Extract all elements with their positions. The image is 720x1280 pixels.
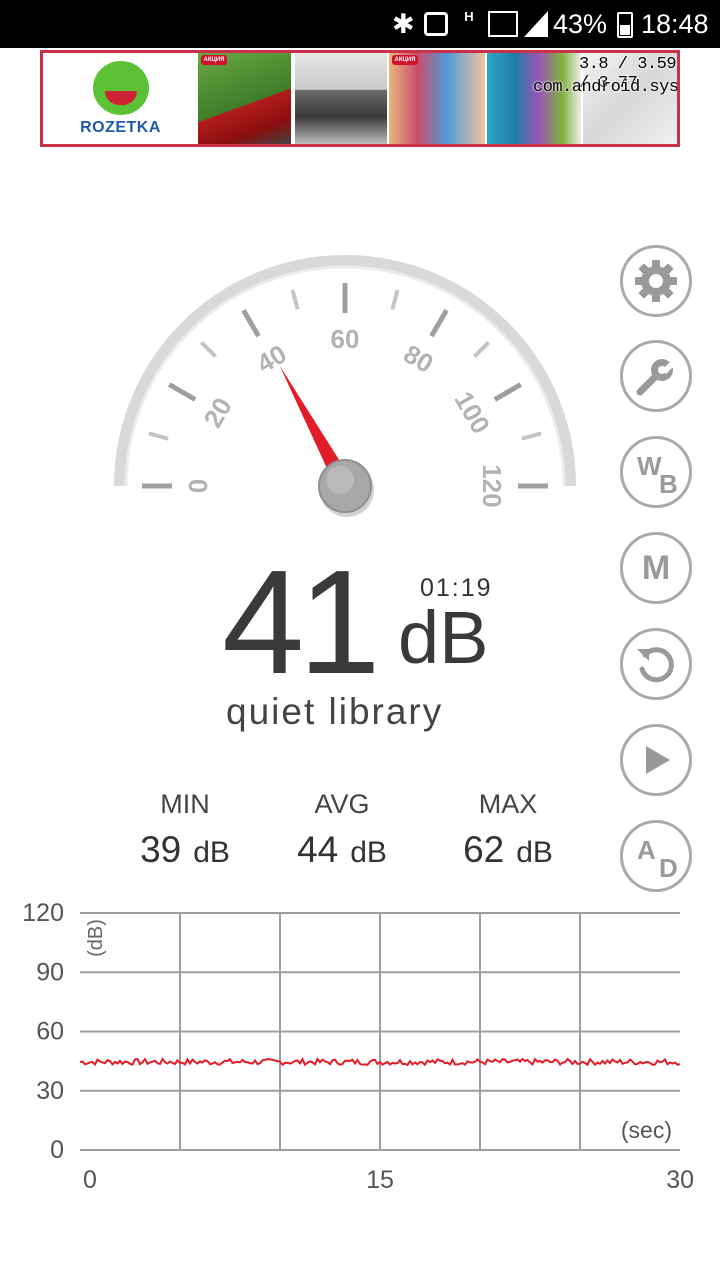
current-db-unit: dB xyxy=(398,596,489,679)
ad-toggle-label: A D xyxy=(623,823,689,889)
chart-x-tick-label: 30 xyxy=(666,1166,694,1194)
stat-avg-number: 44 xyxy=(297,829,339,870)
gauge-tick-label: 0 xyxy=(183,479,213,493)
gauge-tick xyxy=(521,431,542,441)
debug-overlay-package: com.android.systemui xyxy=(533,78,679,97)
reset-button[interactable] xyxy=(620,628,692,700)
stat-max-unit: dB xyxy=(516,836,553,869)
ad-brand-name: ROZETKA xyxy=(80,119,161,136)
signal-strength-icon xyxy=(524,11,548,44)
chart-y-unit-label: (dB) xyxy=(85,919,107,957)
network-type-indicator: H xyxy=(464,9,474,24)
ad-toggle-button[interactable]: A D xyxy=(620,820,692,892)
chart-y-tick-label: 120 xyxy=(22,899,64,927)
gauge-tick xyxy=(241,308,261,338)
gauge-tick-label: 60 xyxy=(331,324,360,354)
play-button[interactable] xyxy=(620,724,692,796)
ad-sale-badge: АКЦИЯ xyxy=(392,55,418,65)
ad-toggle-label-top: A xyxy=(637,835,656,865)
mode-button[interactable]: M xyxy=(620,532,692,604)
gauge-tick xyxy=(390,289,400,310)
sound-level-gauge: 0 20 40 60 80 100 120 xyxy=(110,250,580,530)
message-icon xyxy=(424,12,448,36)
ad-image-phone-cases[interactable] xyxy=(487,53,581,144)
bluetooth-icon: ✱ xyxy=(392,9,415,39)
weighting-label-top: W xyxy=(637,451,662,481)
stat-max-value: 62 dB xyxy=(428,830,588,873)
stat-max: MAX 62 dB xyxy=(428,788,588,873)
chart-y-tick-label: 30 xyxy=(36,1077,64,1105)
stat-min-value: 39 dB xyxy=(105,830,265,873)
smiley-logo-icon xyxy=(93,61,149,115)
ad-image-lawnmower[interactable] xyxy=(198,53,291,144)
gauge-tick-label: 40 xyxy=(251,338,291,378)
clock: 18:48 xyxy=(641,9,709,39)
gauge-tick-label: 20 xyxy=(197,392,237,432)
stat-avg-unit: dB xyxy=(350,836,387,869)
weighting-label-bottom: B xyxy=(659,469,678,499)
play-icon xyxy=(623,727,689,793)
gauge-tick xyxy=(200,341,218,359)
ad-image-children[interactable] xyxy=(389,53,485,144)
chart-x-tick-label: 15 xyxy=(366,1166,394,1194)
stat-avg: AVG 44 dB xyxy=(262,788,422,873)
stat-avg-label: AVG xyxy=(314,789,370,819)
battery-percent: 43% xyxy=(553,9,608,39)
stat-max-number: 62 xyxy=(463,829,505,870)
settings-button[interactable] xyxy=(620,245,692,317)
gauge-tick xyxy=(472,341,490,359)
gauge-tick xyxy=(148,431,169,441)
gauge-tick-label: 80 xyxy=(398,338,438,378)
stat-max-label: MAX xyxy=(478,789,538,819)
chart-x-tick-label: 0 xyxy=(83,1166,97,1194)
stat-min-label: MIN xyxy=(160,789,210,819)
stat-avg-value: 44 dB xyxy=(262,830,422,873)
weighting-button[interactable]: W B xyxy=(620,436,692,508)
chart-y-tick-label: 60 xyxy=(36,1018,64,1046)
stat-min-unit: dB xyxy=(193,836,230,869)
ad-logo: ROZETKA xyxy=(43,53,198,144)
elapsed-timer: 01:19 xyxy=(420,574,493,602)
calibrate-button[interactable] xyxy=(620,340,692,412)
gauge-tick xyxy=(167,382,197,402)
signal-icon xyxy=(488,11,518,37)
gauge-dial: 0 20 40 60 80100 120 xyxy=(114,255,576,517)
gauge-tick-label: 120 xyxy=(477,464,507,507)
battery-icon xyxy=(617,12,633,38)
chart-x-unit-label: (sec) xyxy=(621,1117,672,1143)
stat-min: MIN 39 dB xyxy=(105,788,265,873)
ad-banner[interactable]: ROZETKA АКЦИЯ АКЦИЯ 3.8 / 3.59 / 3.77 co… xyxy=(40,50,680,147)
gauge-tick xyxy=(493,382,523,402)
ad-toggle-label-bottom: D xyxy=(659,853,678,883)
gear-icon xyxy=(623,248,689,314)
status-bar: ✱ H 43% 18:48 xyxy=(0,0,720,48)
noise-description: quiet library xyxy=(226,691,444,732)
chart-svg: 120 90 60 30 00 15 30 (dB) (sec) xyxy=(22,899,694,1194)
ad-sale-badge: АКЦИЯ xyxy=(201,55,227,65)
db-history-chart: 120 90 60 30 0 0 15 30 (dB) (sec) xyxy=(0,896,720,1196)
chart-y-tick-label: 0 xyxy=(50,1136,64,1164)
gauge-tick xyxy=(429,308,449,338)
current-db-value: 41 xyxy=(222,540,381,705)
gauge-tick xyxy=(290,289,300,310)
stat-min-number: 39 xyxy=(140,829,182,870)
reset-icon xyxy=(623,631,689,697)
chart-y-tick-label: 90 xyxy=(36,958,64,986)
ad-image-stove[interactable] xyxy=(295,53,387,144)
gauge-tick-label: 100 xyxy=(448,386,496,439)
gauge-hub-highlight xyxy=(326,466,354,494)
wrench-icon xyxy=(623,343,689,409)
mode-label: M xyxy=(641,548,671,587)
mode-label-wrap: M xyxy=(623,535,689,601)
weighting-label: W B xyxy=(623,439,689,505)
